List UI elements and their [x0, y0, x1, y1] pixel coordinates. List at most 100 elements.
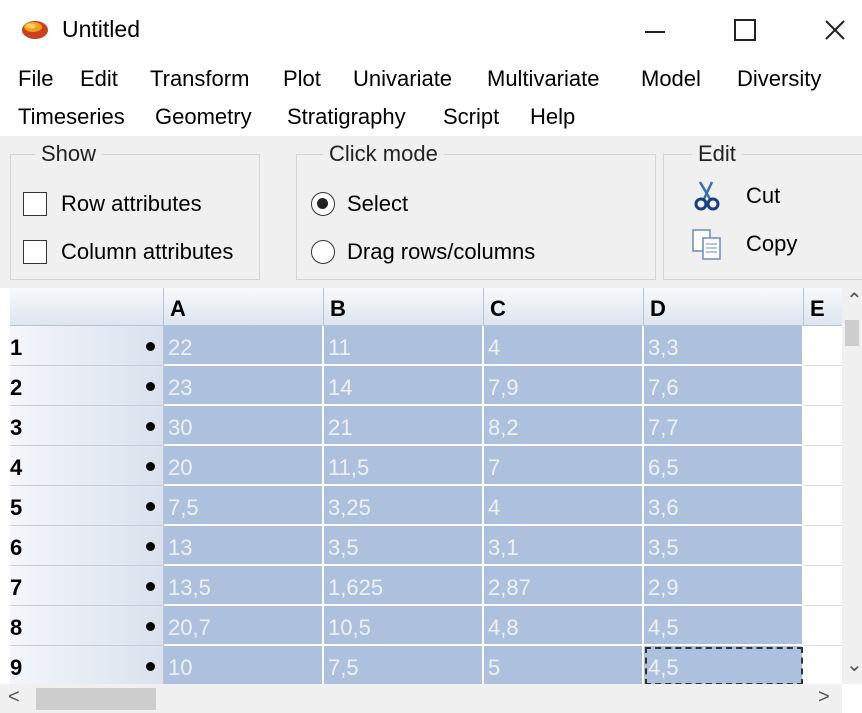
table-cell[interactable]: 2,87 — [484, 566, 644, 606]
table-cell-empty[interactable] — [804, 446, 842, 486]
table-cell-empty[interactable] — [804, 566, 842, 606]
select-option[interactable]: Select — [311, 191, 408, 217]
column-attributes-checkbox[interactable] — [23, 240, 47, 264]
vertical-scroll-thumb[interactable] — [845, 320, 859, 346]
table-row[interactable]: 9 10 7,5 5 4,5 — [10, 646, 842, 684]
table-cell-empty[interactable] — [804, 526, 842, 566]
select-radio[interactable] — [311, 192, 335, 216]
menu-model[interactable]: Model — [641, 66, 701, 92]
table-cell-empty[interactable] — [804, 646, 842, 684]
table-cell[interactable]: 4 — [484, 486, 644, 526]
table-row[interactable]: 7 13,5 1,625 2,87 2,9 — [10, 566, 842, 606]
table-cell-empty[interactable] — [804, 486, 842, 526]
menu-help[interactable]: Help — [530, 104, 575, 130]
scroll-right-icon[interactable]: > — [818, 686, 830, 709]
table-cell[interactable]: 13 — [164, 526, 324, 566]
menu-diversity[interactable]: Diversity — [737, 66, 821, 92]
row-attributes-checkbox[interactable] — [23, 192, 47, 216]
table-cell[interactable]: 4 — [484, 326, 644, 366]
table-cell[interactable]: 1,625 — [324, 566, 484, 606]
menu-file[interactable]: File — [18, 66, 53, 92]
table-cell[interactable]: 10 — [164, 646, 324, 684]
scroll-down-icon[interactable]: ⌄ — [846, 652, 862, 677]
menu-timeseries[interactable]: Timeseries — [18, 104, 125, 130]
table-cell-empty[interactable] — [804, 326, 842, 366]
column-header-b[interactable]: B — [324, 288, 484, 326]
table-cell[interactable]: 21 — [324, 406, 484, 446]
row-header[interactable]: 4 — [10, 446, 164, 486]
table-cell-empty[interactable] — [804, 366, 842, 406]
row-header[interactable]: 2 — [10, 366, 164, 406]
column-header-e[interactable]: E — [804, 288, 842, 326]
table-cell[interactable]: 7,6 — [644, 366, 804, 406]
table-cell[interactable]: 3,3 — [644, 326, 804, 366]
vertical-scrollbar[interactable]: ⌃ ⌄ — [842, 288, 862, 684]
menu-plot[interactable]: Plot — [283, 66, 321, 92]
table-cell[interactable]: 22 — [164, 326, 324, 366]
row-header[interactable]: 3 — [10, 406, 164, 446]
table-cell[interactable]: 7,5 — [164, 486, 324, 526]
menu-stratigraphy[interactable]: Stratigraphy — [287, 104, 406, 130]
menu-multivariate[interactable]: Multivariate — [487, 66, 599, 92]
grid-corner[interactable] — [10, 288, 164, 326]
table-row[interactable]: 3 30 21 8,2 7,7 — [10, 406, 842, 446]
table-cell[interactable]: 4,8 — [484, 606, 644, 646]
row-header[interactable]: 6 — [10, 526, 164, 566]
table-row[interactable]: 6 13 3,5 3,1 3,5 — [10, 526, 842, 566]
table-cell[interactable]: 10,5 — [324, 606, 484, 646]
column-header-c[interactable]: C — [484, 288, 644, 326]
cut-button[interactable]: Cut — [690, 179, 780, 213]
drag-radio[interactable] — [311, 240, 335, 264]
table-cell[interactable]: 3,5 — [644, 526, 804, 566]
column-header-d[interactable]: D — [644, 288, 804, 326]
table-row[interactable]: 8 20,7 10,5 4,8 4,5 — [10, 606, 842, 646]
table-cell[interactable]: 8,2 — [484, 406, 644, 446]
horizontal-scrollbar[interactable]: < > — [0, 684, 842, 713]
menu-edit[interactable]: Edit — [80, 66, 118, 92]
table-cell[interactable]: 3,5 — [324, 526, 484, 566]
table-cell[interactable]: 11,5 — [324, 446, 484, 486]
table-cell[interactable]: 23 — [164, 366, 324, 406]
column-attributes-option[interactable]: Column attributes — [23, 239, 233, 265]
row-attributes-option[interactable]: Row attributes — [23, 191, 202, 217]
copy-button[interactable]: Copy — [690, 227, 797, 261]
menu-transform[interactable]: Transform — [150, 66, 249, 92]
row-header[interactable]: 8 — [10, 606, 164, 646]
table-cell[interactable]: 2,9 — [644, 566, 804, 606]
table-cell[interactable]: 4,5 — [644, 646, 804, 684]
table-cell[interactable]: 7 — [484, 446, 644, 486]
drag-option[interactable]: Drag rows/columns — [311, 239, 535, 265]
menu-script[interactable]: Script — [443, 104, 499, 130]
menu-geometry[interactable]: Geometry — [155, 104, 252, 130]
row-header[interactable]: 9 — [10, 646, 164, 684]
table-row[interactable]: 5 7,5 3,25 4 3,6 — [10, 486, 842, 526]
table-cell[interactable]: 6,5 — [644, 446, 804, 486]
table-cell[interactable]: 20 — [164, 446, 324, 486]
table-cell[interactable]: 5 — [484, 646, 644, 684]
row-header[interactable]: 7 — [10, 566, 164, 606]
table-cell[interactable]: 3,1 — [484, 526, 644, 566]
horizontal-scroll-thumb[interactable] — [36, 688, 156, 710]
table-cell[interactable]: 7,9 — [484, 366, 644, 406]
table-cell[interactable]: 3,25 — [324, 486, 484, 526]
column-header-a[interactable]: A — [164, 288, 324, 326]
table-cell[interactable]: 7,7 — [644, 406, 804, 446]
table-cell[interactable]: 14 — [324, 366, 484, 406]
table-cell[interactable]: 11 — [324, 326, 484, 366]
table-row[interactable]: 1 22 11 4 3,3 — [10, 326, 842, 366]
table-cell-empty[interactable] — [804, 606, 842, 646]
table-cell[interactable]: 13,5 — [164, 566, 324, 606]
table-cell[interactable]: 30 — [164, 406, 324, 446]
row-header[interactable]: 1 — [10, 326, 164, 366]
spreadsheet-grid[interactable]: A B C D E 1 22 11 4 3,3 2 23 14 7,9 7,6 3 30 21 8,2 7,… — [10, 288, 842, 684]
table-row[interactable]: 4 20 11,5 7 6,5 — [10, 446, 842, 486]
table-row[interactable]: 2 23 14 7,9 7,6 — [10, 366, 842, 406]
table-cell[interactable]: 20,7 — [164, 606, 324, 646]
menu-univariate[interactable]: Univariate — [353, 66, 452, 92]
table-cell[interactable]: 3,6 — [644, 486, 804, 526]
minimize-button[interactable] — [632, 8, 678, 52]
table-cell[interactable]: 4,5 — [644, 606, 804, 646]
scroll-up-icon[interactable]: ⌃ — [846, 288, 862, 313]
table-cell[interactable]: 7,5 — [324, 646, 484, 684]
close-button[interactable] — [812, 8, 858, 52]
